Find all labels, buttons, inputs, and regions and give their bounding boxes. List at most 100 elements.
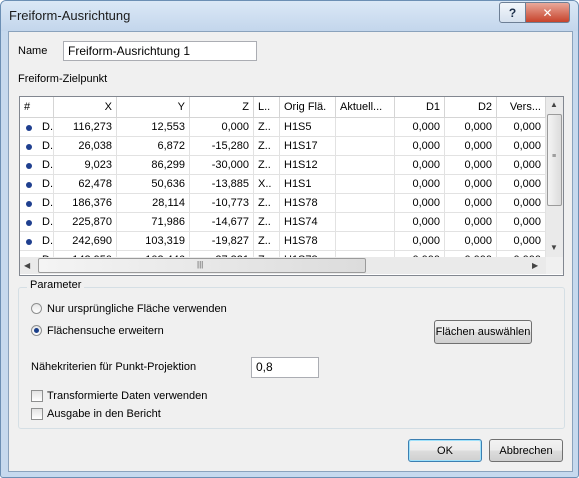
table-cell[interactable]: -30,000 [190, 156, 254, 175]
report-output-checkbox[interactable] [31, 408, 43, 420]
column-header[interactable]: Z [190, 97, 254, 118]
radio-extend-search[interactable] [31, 325, 42, 336]
table-cell[interactable]: 28,114 [117, 194, 190, 213]
column-header[interactable]: Vers... [497, 97, 546, 118]
transformed-data-checkbox[interactable] [31, 390, 43, 402]
table-cell[interactable]: 62,478 [54, 175, 117, 194]
radio-extend-search-label[interactable]: Flächensuche erweitern [47, 325, 164, 337]
table-cell[interactable]: 0,000 [445, 118, 497, 137]
table-cell[interactable]: 0,000 [497, 194, 546, 213]
column-header[interactable]: Orig Flä. [280, 97, 336, 118]
table-cell[interactable]: -19,827 [190, 232, 254, 251]
table-cell[interactable]: Z.. [254, 118, 280, 137]
column-header[interactable]: Y [117, 97, 190, 118]
table-cell[interactable]: H1S12 [280, 156, 336, 175]
table-cell[interactable]: 0,000 [395, 213, 445, 232]
vertical-scroll-thumb[interactable]: ≡ [547, 114, 562, 206]
cancel-button[interactable]: Abbrechen [489, 439, 563, 462]
name-input[interactable]: Freiform-Ausrichtung 1 [63, 41, 257, 61]
table-cell[interactable]: 0,000 [445, 213, 497, 232]
column-header[interactable]: D1 [395, 97, 445, 118]
table-cell[interactable]: Z.. [254, 213, 280, 232]
table-cell[interactable] [336, 232, 395, 251]
column-header[interactable]: L.. [254, 97, 280, 118]
close-button[interactable]: ✕ [525, 2, 570, 23]
table-cell[interactable]: 0,000 [497, 213, 546, 232]
proximity-input[interactable]: 0,8 [251, 357, 319, 378]
table-cell[interactable]: -15,280 [190, 137, 254, 156]
vertical-scrollbar[interactable]: ▲ ≡ ▼ [546, 97, 563, 257]
table-cell[interactable]: X.. [254, 175, 280, 194]
table-cell[interactable]: 0,000 [395, 232, 445, 251]
scroll-right-icon[interactable]: ▶ [532, 261, 538, 270]
table-cell[interactable]: 186,376 [54, 194, 117, 213]
table-cell[interactable]: Z.. [254, 137, 280, 156]
table-cell[interactable] [336, 175, 395, 194]
table-cell[interactable]: 225,870 [54, 213, 117, 232]
column-header[interactable]: Aktuell... [336, 97, 395, 118]
table-cell[interactable]: 0,000 [497, 156, 546, 175]
table-cell[interactable]: 0,000 [395, 175, 445, 194]
table-cell[interactable]: 0,000 [497, 175, 546, 194]
select-faces-button[interactable]: Flächen auswählen [434, 320, 532, 344]
table-cell[interactable]: 0,000 [445, 175, 497, 194]
table-cell[interactable] [336, 137, 395, 156]
table-cell[interactable]: 50,636 [117, 175, 190, 194]
table-cell[interactable] [336, 156, 395, 175]
table-row-id-cell[interactable]: D. [20, 175, 54, 194]
table-cell[interactable]: 242,690 [54, 232, 117, 251]
table-row-id-cell[interactable]: D. [20, 194, 54, 213]
table-cell[interactable] [336, 118, 395, 137]
table-row-id-cell[interactable]: D. [20, 232, 54, 251]
table-cell[interactable]: 103,319 [117, 232, 190, 251]
column-header[interactable]: D2 [445, 97, 497, 118]
radio-original-surface-label[interactable]: Nur ursprüngliche Fläche verwenden [47, 303, 227, 315]
table-cell[interactable]: H1S74 [280, 213, 336, 232]
table-cell[interactable]: 0,000 [497, 137, 546, 156]
transformed-data-label[interactable]: Transformierte Daten verwenden [47, 390, 207, 402]
table-cell[interactable]: 0,000 [445, 194, 497, 213]
table-cell[interactable]: H1S5 [280, 118, 336, 137]
column-header[interactable]: # [20, 97, 54, 118]
table-cell[interactable]: 12,553 [117, 118, 190, 137]
table-cell[interactable]: 0,000 [395, 194, 445, 213]
table-cell[interactable]: 0,000 [190, 118, 254, 137]
scroll-down-icon[interactable]: ▼ [550, 243, 558, 252]
horizontal-scrollbar[interactable]: ◀ ||| ▶ [20, 257, 546, 274]
table-cell[interactable]: 0,000 [497, 118, 546, 137]
ok-button[interactable]: OK [408, 439, 482, 462]
table-cell[interactable] [336, 213, 395, 232]
table-cell[interactable]: H1S78 [280, 232, 336, 251]
table-cell[interactable]: -13,885 [190, 175, 254, 194]
table-row-id-cell[interactable]: D. [20, 137, 54, 156]
table-cell[interactable]: 26,038 [54, 137, 117, 156]
target-points-table[interactable]: # X Y Z L.. Orig Flä. Aktuell... D1 D2 Vers... D. 1… [19, 96, 564, 276]
table-cell[interactable]: H1S17 [280, 137, 336, 156]
scroll-left-icon[interactable]: ◀ [24, 261, 30, 270]
table-cell[interactable]: 0,000 [497, 232, 546, 251]
table-row-id-cell[interactable]: D. [20, 118, 54, 137]
table-cell[interactable]: H1S1 [280, 175, 336, 194]
table-cell[interactable]: 116,273 [54, 118, 117, 137]
table-cell[interactable]: -10,773 [190, 194, 254, 213]
table-cell[interactable]: H1S78 [280, 194, 336, 213]
report-output-label[interactable]: Ausgabe in den Bericht [47, 408, 161, 420]
table-cell[interactable]: 0,000 [395, 156, 445, 175]
table-cell[interactable]: 0,000 [445, 137, 497, 156]
table-cell[interactable]: 0,000 [445, 232, 497, 251]
help-button[interactable]: ? [499, 2, 526, 23]
table-cell[interactable]: 71,986 [117, 213, 190, 232]
title-bar[interactable]: Freiform-Ausrichtung ? ✕ [1, 1, 578, 31]
table-cell[interactable]: 86,299 [117, 156, 190, 175]
table-cell[interactable]: Z.. [254, 232, 280, 251]
table-cell[interactable]: 0,000 [395, 118, 445, 137]
table-cell[interactable]: Z.. [254, 156, 280, 175]
horizontal-scroll-thumb[interactable]: ||| [38, 258, 366, 273]
table-cell[interactable]: 0,000 [445, 156, 497, 175]
table-row-id-cell[interactable]: D. [20, 213, 54, 232]
table-cell[interactable]: 6,872 [117, 137, 190, 156]
table-cell[interactable]: 9,023 [54, 156, 117, 175]
column-header[interactable]: X [54, 97, 117, 118]
radio-original-surface[interactable] [31, 303, 42, 314]
table-cell[interactable] [336, 194, 395, 213]
